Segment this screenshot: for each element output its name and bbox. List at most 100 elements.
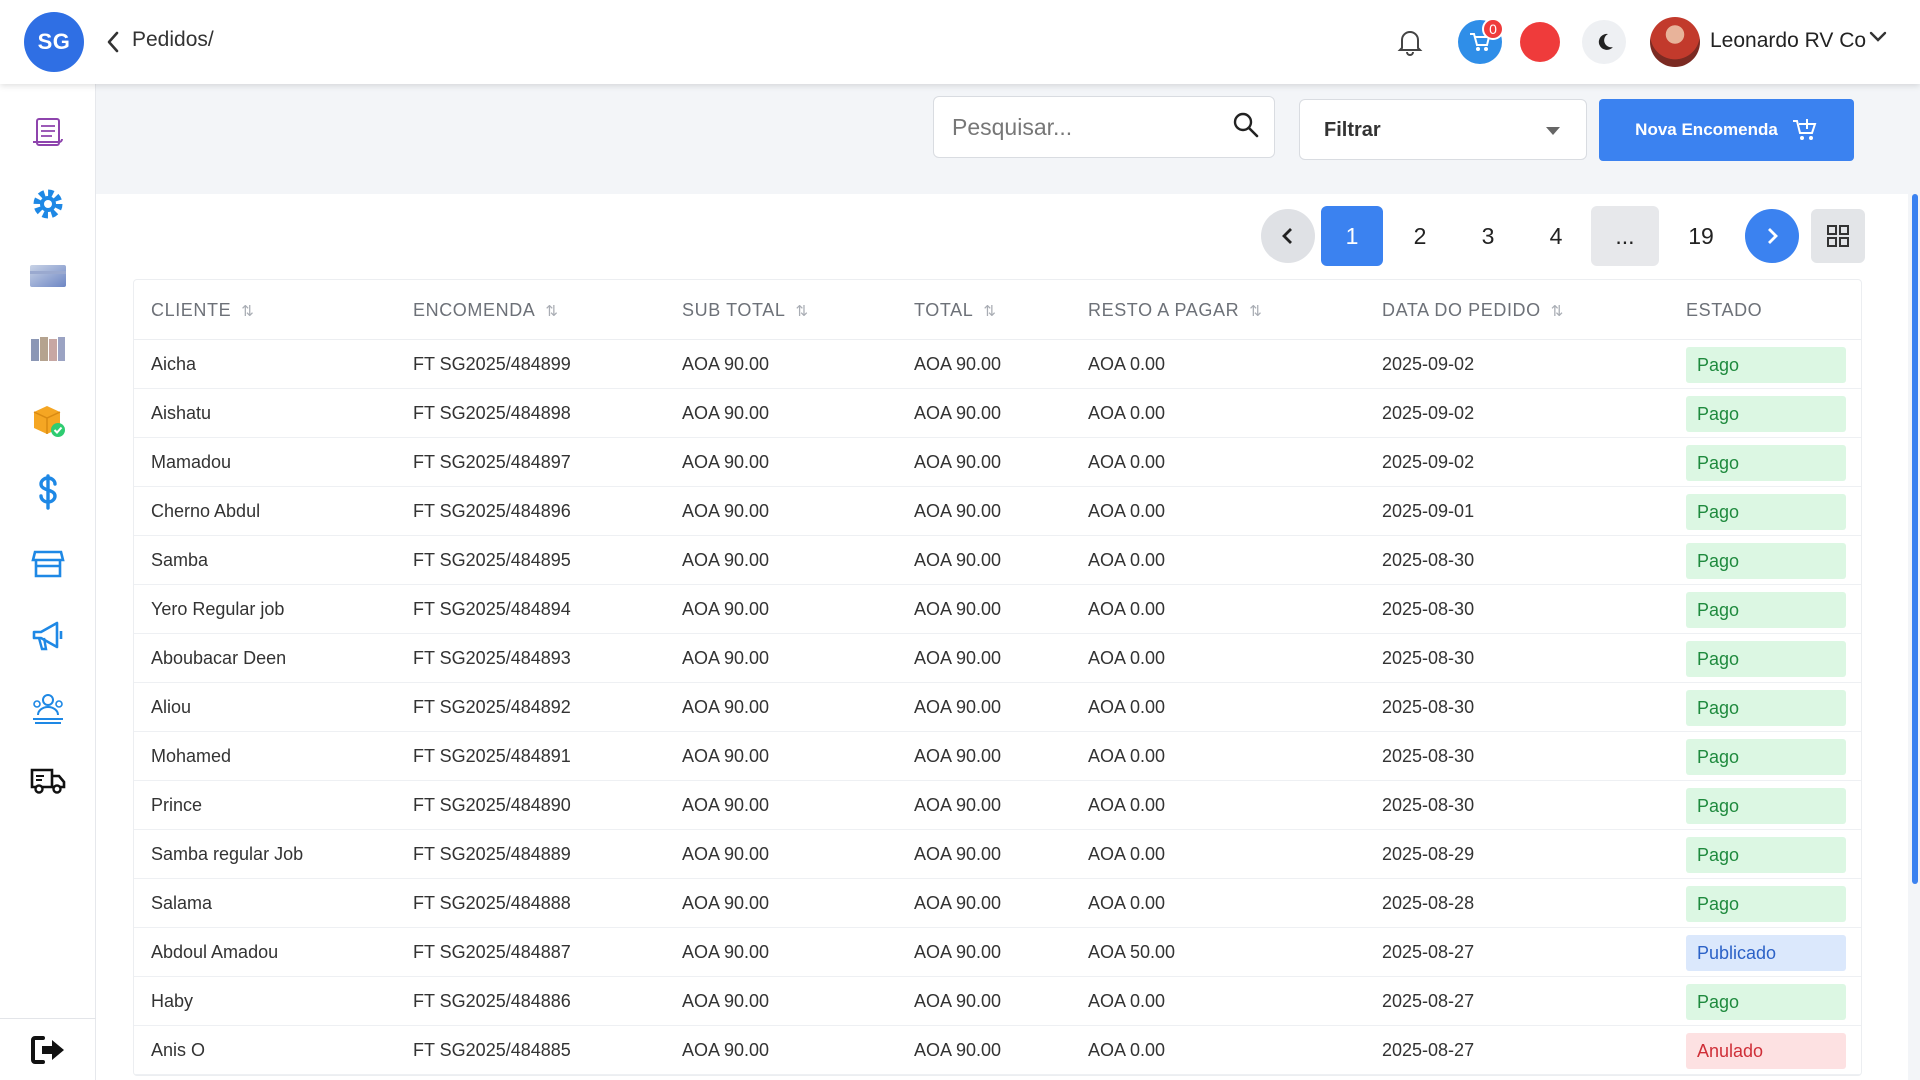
table-row[interactable]: Salama FT SG2025/484888 AOA 90.00 AOA 90… — [134, 879, 1861, 928]
sidebar-item-settings[interactable] — [24, 180, 72, 228]
new-order-button[interactable]: Nova Encomenda — [1599, 99, 1854, 161]
cell-encomenda[interactable]: FT SG2025/484887 — [413, 942, 571, 963]
orders-notification-button[interactable]: 0 — [1458, 18, 1504, 64]
cell-resto: AOA 0.00 — [1088, 991, 1166, 1011]
table-row[interactable]: Aboubacar Deen FT SG2025/484893 AOA 90.0… — [134, 634, 1861, 683]
sort-icon[interactable]: ⇅ — [241, 302, 254, 320]
table-row[interactable]: Abdoul Amadou FT SG2025/484887 AOA 90.00… — [134, 928, 1861, 977]
column-header-data[interactable]: DATA DO PEDIDO ⇅ — [1382, 300, 1564, 321]
cell-encomenda[interactable]: FT SG2025/484898 — [413, 403, 571, 424]
table-row[interactable]: Mohamed FT SG2025/484891 AOA 90.00 AOA 9… — [134, 732, 1861, 781]
sidebar-item-team[interactable] — [24, 684, 72, 732]
pagination-page-3[interactable]: 3 — [1457, 206, 1519, 266]
cell-sub-total: AOA 90.00 — [682, 795, 770, 815]
cell-encomenda[interactable]: FT SG2025/484892 — [413, 697, 571, 718]
sidebar-divider — [0, 1018, 96, 1019]
sidebar-item-delivery[interactable] — [24, 756, 72, 804]
pagination-page-1[interactable]: 1 — [1321, 206, 1383, 266]
status-badge: Pago — [1686, 396, 1846, 432]
cell-resto: AOA 0.00 — [1088, 501, 1166, 521]
breadcrumb[interactable]: Pedidos/ — [132, 28, 214, 52]
sidebar-item-documents[interactable] — [24, 108, 72, 156]
column-header-encomenda[interactable]: ENCOMENDA ⇅ — [413, 300, 559, 321]
pagination-page-4[interactable]: 4 — [1525, 206, 1587, 266]
table-row[interactable]: Cherno Abdul FT SG2025/484896 AOA 90.00 … — [134, 487, 1861, 536]
sidebar-item-marketing[interactable] — [24, 612, 72, 660]
gear-icon — [33, 189, 63, 219]
filter-select[interactable]: Filtrar — [1299, 99, 1587, 160]
cell-resto: AOA 0.00 — [1088, 452, 1166, 472]
cell-encomenda[interactable]: FT SG2025/484894 — [413, 599, 571, 620]
cell-encomenda[interactable]: FT SG2025/484890 — [413, 795, 571, 816]
cell-data: 2025-08-27 — [1382, 991, 1475, 1011]
cell-resto: AOA 0.00 — [1088, 893, 1166, 913]
cell-encomenda[interactable]: FT SG2025/484889 — [413, 844, 571, 865]
table-body: Aicha FT SG2025/484899 AOA 90.00 AOA 90.… — [134, 340, 1861, 1075]
table-row[interactable]: Aishatu FT SG2025/484898 AOA 90.00 AOA 9… — [134, 389, 1861, 438]
search-input[interactable] — [952, 111, 1222, 143]
table-row[interactable]: Samba regular Job FT SG2025/484889 AOA 9… — [134, 830, 1861, 879]
back-chevron-icon[interactable] — [100, 26, 126, 58]
cell-data: 2025-08-27 — [1382, 942, 1475, 962]
cell-cliente: Anis O — [151, 1040, 206, 1060]
cell-total: AOA 90.00 — [914, 354, 1002, 374]
sidebar-item-cards[interactable] — [24, 252, 72, 300]
table-row[interactable]: Aliou FT SG2025/484892 AOA 90.00 AOA 90.… — [134, 683, 1861, 732]
cell-encomenda[interactable]: FT SG2025/484885 — [413, 1040, 571, 1061]
moon-icon — [1598, 33, 1613, 50]
cell-encomenda[interactable]: FT SG2025/484893 — [413, 648, 571, 669]
cell-encomenda[interactable]: FT SG2025/484886 — [413, 991, 571, 1012]
table-row[interactable]: Anis O FT SG2025/484885 AOA 90.00 AOA 90… — [134, 1026, 1861, 1075]
chevron-down-icon[interactable] — [1868, 30, 1888, 49]
cell-encomenda[interactable]: FT SG2025/484896 — [413, 501, 571, 522]
sort-icon[interactable]: ⇅ — [1249, 302, 1262, 320]
status-indicator[interactable] — [1520, 22, 1560, 62]
status-badge: Pago — [1686, 984, 1846, 1020]
table-row[interactable]: Samba FT SG2025/484895 AOA 90.00 AOA 90.… — [134, 536, 1861, 585]
sidebar-item-store[interactable] — [24, 540, 72, 588]
logout-button[interactable] — [24, 1026, 72, 1074]
column-header-resto[interactable]: RESTO A PAGAR ⇅ — [1088, 300, 1262, 321]
sort-icon[interactable]: ⇅ — [545, 302, 558, 320]
table-row[interactable]: Haby FT SG2025/484886 AOA 90.00 AOA 90.0… — [134, 977, 1861, 1026]
cell-encomenda[interactable]: FT SG2025/484891 — [413, 746, 571, 767]
cell-data: 2025-08-30 — [1382, 648, 1475, 668]
table-row[interactable]: Mamadou FT SG2025/484897 AOA 90.00 AOA 9… — [134, 438, 1861, 487]
search-icon[interactable] — [1232, 111, 1260, 144]
grid-view-button[interactable] — [1811, 209, 1865, 263]
sidebar-item-catalog[interactable] — [24, 324, 72, 372]
column-header-sub-total[interactable]: SUB TOTAL ⇅ — [682, 300, 809, 321]
user-name[interactable]: Leonardo RV Co — [1710, 29, 1866, 53]
sidebar-item-stock[interactable] — [24, 396, 72, 444]
pagination-page-last[interactable]: 19 — [1670, 206, 1732, 266]
cell-encomenda[interactable]: FT SG2025/484888 — [413, 893, 571, 914]
app-logo[interactable]: SG — [24, 12, 84, 72]
cell-sub-total: AOA 90.00 — [682, 354, 770, 374]
pagination-page-2[interactable]: 2 — [1389, 206, 1451, 266]
table-row[interactable]: Yero Regular job FT SG2025/484894 AOA 90… — [134, 585, 1861, 634]
scrollbar[interactable] — [1912, 194, 1918, 884]
pagination-ellipsis[interactable]: ... — [1591, 206, 1659, 266]
cell-cliente: Mohamed — [151, 746, 232, 766]
table-row[interactable]: Aicha FT SG2025/484899 AOA 90.00 AOA 90.… — [134, 340, 1861, 389]
bell-icon[interactable] — [1388, 20, 1432, 64]
column-header-estado: ESTADO — [1686, 300, 1763, 320]
sort-icon[interactable]: ⇅ — [795, 302, 808, 320]
cell-cliente: Aboubacar Deen — [151, 648, 287, 668]
sort-icon[interactable]: ⇅ — [983, 302, 996, 320]
table-row[interactable]: Prince FT SG2025/484890 AOA 90.00 AOA 90… — [134, 781, 1861, 830]
dark-mode-toggle[interactable] — [1582, 20, 1626, 64]
sidebar-item-finance[interactable] — [24, 468, 72, 516]
cell-encomenda[interactable]: FT SG2025/484895 — [413, 550, 571, 571]
status-badge: Publicado — [1686, 935, 1846, 971]
pagination-next-button[interactable] — [1745, 209, 1799, 263]
cell-data: 2025-08-30 — [1382, 746, 1475, 766]
column-header-cliente[interactable]: CLIENTE ⇅ — [151, 300, 254, 321]
avatar[interactable] — [1650, 17, 1700, 67]
cell-encomenda[interactable]: FT SG2025/484899 — [413, 354, 571, 375]
pagination-prev-button[interactable] — [1261, 209, 1315, 263]
status-badge: Pago — [1686, 543, 1846, 579]
cell-encomenda[interactable]: FT SG2025/484897 — [413, 452, 571, 473]
sort-icon[interactable]: ⇅ — [1551, 302, 1564, 320]
column-header-total[interactable]: TOTAL ⇅ — [914, 300, 997, 321]
